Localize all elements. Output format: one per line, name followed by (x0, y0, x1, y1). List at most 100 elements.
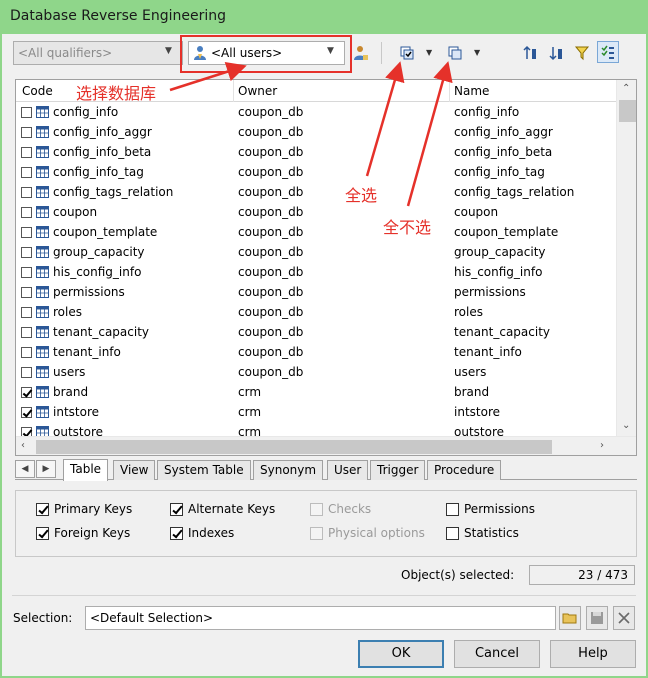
row-code: coupon_template (53, 225, 158, 239)
table-row[interactable]: brand crm brand (16, 382, 616, 402)
row-code: tenant_capacity (53, 325, 150, 339)
checkbox[interactable] (36, 503, 49, 516)
deselect-all-button[interactable] (444, 42, 466, 64)
row-checkbox[interactable] (21, 247, 32, 258)
scroll-up-icon[interactable]: ⌃ (622, 83, 630, 94)
row-checkbox[interactable] (21, 227, 32, 238)
row-checkbox[interactable] (21, 387, 32, 398)
checkbox[interactable] (446, 503, 459, 516)
column-divider[interactable] (233, 80, 234, 102)
column-header-name[interactable]: Name (454, 84, 489, 98)
help-button[interactable]: Help (550, 640, 636, 668)
deselect-all-icon (448, 46, 462, 60)
table-row[interactable]: coupon coupon_db coupon (16, 202, 616, 222)
row-name: config_info_tag (454, 165, 545, 179)
ok-button[interactable]: OK (358, 640, 444, 668)
move-up-button[interactable] (519, 42, 541, 64)
option-label: Physical options (328, 526, 425, 540)
checkbox[interactable] (36, 527, 49, 540)
owner-combo[interactable]: <All users> ▼ (188, 41, 345, 65)
filter-icon (574, 46, 590, 61)
delete-selection-button[interactable] (613, 606, 635, 630)
row-checkbox[interactable] (21, 347, 32, 358)
tab-scroll-left-icon[interactable]: ◀ (15, 460, 35, 478)
table-row[interactable]: config_info_aggr coupon_db config_info_agg… (16, 122, 616, 142)
table-row[interactable]: users coupon_db users (16, 362, 616, 382)
annotation-deselect-all: 全不选 (383, 218, 432, 237)
checkbox[interactable] (446, 527, 459, 540)
table-row[interactable]: config_tags_relation coupon_db config_tags… (16, 182, 616, 202)
table-row[interactable]: tenant_info coupon_db tenant_info (16, 342, 616, 362)
row-checkbox[interactable] (21, 307, 32, 318)
column-header-code[interactable]: Code (22, 84, 53, 98)
row-owner: coupon_db (238, 345, 304, 359)
row-name: brand (454, 385, 490, 399)
tab-system-table[interactable]: System Table (157, 460, 251, 480)
selection-combo[interactable]: <Default Selection> (85, 606, 556, 630)
deselect-all-dropdown-icon[interactable]: ▼ (474, 48, 480, 57)
tab-synonym[interactable]: Synonym (253, 460, 324, 480)
row-name: tenant_capacity (454, 325, 551, 339)
owner-properties-button[interactable] (350, 42, 372, 64)
open-selection-button[interactable] (559, 606, 581, 630)
scroll-left-icon[interactable]: ‹ (21, 440, 25, 451)
filter-button[interactable] (571, 42, 593, 64)
row-checkbox[interactable] (21, 367, 32, 378)
table-icon (36, 206, 49, 221)
show-selected-button[interactable] (597, 41, 619, 63)
checkbox[interactable] (170, 527, 183, 540)
table-row[interactable]: config_info coupon_db config_info (16, 102, 616, 122)
table-row[interactable]: intstore crm intstore (16, 402, 616, 422)
tab-view[interactable]: View (113, 460, 156, 480)
selection-value: <Default Selection> (90, 611, 214, 625)
row-code: intstore (53, 405, 99, 419)
table-row[interactable]: group_capacity coupon_db group_capacity (16, 242, 616, 262)
table-row[interactable]: permissions coupon_db permissions (16, 282, 616, 302)
vertical-scrollbar[interactable]: ⌃ ⌄ (616, 80, 636, 436)
tab-scroll-right-icon[interactable]: ▶ (36, 460, 56, 478)
tab-table[interactable]: Table (63, 459, 109, 481)
vertical-scroll-thumb[interactable] (619, 100, 636, 122)
option-label: Primary Keys (54, 502, 133, 516)
cancel-button[interactable]: Cancel (454, 640, 540, 668)
table-row[interactable]: roles coupon_db roles (16, 302, 616, 322)
row-checkbox[interactable] (21, 267, 32, 278)
save-selection-button[interactable] (586, 606, 608, 630)
row-checkbox[interactable] (21, 127, 32, 138)
row-code: config_info_tag (53, 165, 144, 179)
row-checkbox[interactable] (21, 187, 32, 198)
tab-user[interactable]: User (327, 460, 369, 480)
row-owner: coupon_db (238, 365, 304, 379)
row-checkbox[interactable] (21, 287, 32, 298)
column-header-owner[interactable]: Owner (238, 84, 277, 98)
row-checkbox[interactable] (21, 107, 32, 118)
move-down-button[interactable] (545, 42, 567, 64)
tab-trigger[interactable]: Trigger (370, 460, 426, 480)
horizontal-scrollbar[interactable]: ‹ › (16, 436, 636, 455)
row-code: config_tags_relation (53, 185, 174, 199)
row-checkbox[interactable] (21, 327, 32, 338)
horizontal-scroll-thumb[interactable] (36, 440, 552, 454)
row-checkbox[interactable] (21, 207, 32, 218)
scroll-right-icon[interactable]: › (600, 440, 604, 451)
table-row[interactable]: his_config_info coupon_db his_config_info (16, 262, 616, 282)
checkbox[interactable] (170, 503, 183, 516)
table-row[interactable]: config_info_tag coupon_db config_info_tag (16, 162, 616, 182)
row-owner: coupon_db (238, 225, 304, 239)
row-checkbox[interactable] (21, 407, 32, 418)
select-all-dropdown-icon[interactable]: ▼ (426, 48, 432, 57)
column-divider[interactable] (449, 80, 450, 102)
table-icon (36, 246, 49, 261)
option-label: Alternate Keys (188, 502, 276, 516)
table-icon (36, 126, 49, 141)
row-code: config_info (53, 105, 119, 119)
tab-procedure[interactable]: Procedure (427, 460, 502, 480)
scroll-down-icon[interactable]: ⌄ (622, 420, 630, 431)
select-all-button[interactable] (396, 42, 418, 64)
row-checkbox[interactable] (21, 147, 32, 158)
row-checkbox[interactable] (21, 167, 32, 178)
table-row[interactable]: config_info_beta coupon_db config_info_bet… (16, 142, 616, 162)
chevron-down-icon: ▼ (165, 46, 172, 56)
table-row[interactable]: coupon_template coupon_db coupon_template (16, 222, 616, 242)
table-row[interactable]: tenant_capacity coupon_db tenant_capacity (16, 322, 616, 342)
